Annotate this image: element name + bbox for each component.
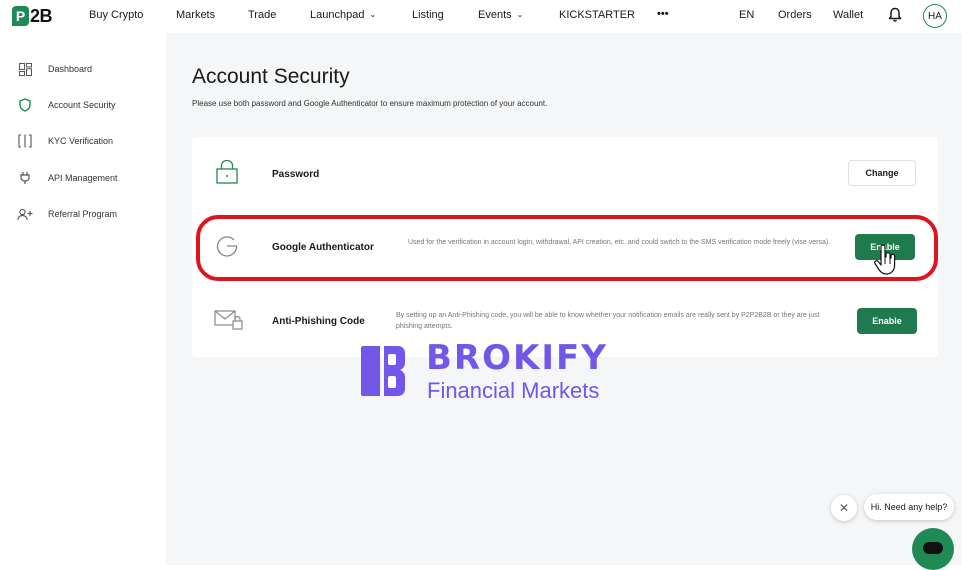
nav-orders[interactable]: Orders (778, 9, 812, 21)
sidebar-item-referral-program[interactable]: Referral Program (17, 205, 117, 223)
sidebar-item-api-management[interactable]: API Management (17, 169, 118, 187)
nav-buy-crypto[interactable]: Buy Crypto (89, 9, 143, 21)
watermark-title: BROKIFY (426, 338, 608, 378)
logo-mark: P (12, 6, 29, 26)
nav-label: Markets (176, 9, 216, 21)
sidebar-item-label: API Management (48, 173, 118, 183)
mail-lock-icon (214, 310, 243, 330)
nav-listing[interactable]: Listing (412, 9, 444, 21)
nav-label: Events (478, 9, 512, 21)
chat-launcher-button[interactable] (912, 528, 954, 570)
anti-phishing-label: Anti-Phishing Code (272, 316, 365, 327)
nav-trade[interactable]: Trade (248, 9, 276, 21)
language-selector[interactable]: EN (739, 9, 754, 21)
sidebar-item-label: Dashboard (48, 64, 93, 74)
anti-phishing-description: By setting up an Anti-Phishing code, you… (396, 312, 820, 330)
chat-icon (923, 542, 943, 554)
watermark-subtitle: Financial Markets (427, 378, 600, 403)
page-subtitle: Please use both password and Google Auth… (192, 99, 548, 108)
chevron-down-icon: ⌄ (516, 10, 524, 19)
sidebar-item-kyc-verification[interactable]: KYC Verification (17, 132, 113, 150)
security-card: Password Change Google Authenticator Use… (192, 137, 938, 357)
top-nav: P 2B Buy Crypto Markets Trade Launchpad ⌄… (0, 0, 962, 33)
sidebar-item-dashboard[interactable]: Dashboard (17, 60, 92, 78)
sidebar-item-label: Account Security (48, 100, 116, 110)
nav-label: Buy Crypto (89, 9, 144, 21)
hand-cursor-icon (874, 244, 896, 275)
sidebar-item-label: Referral Program (48, 209, 118, 219)
google-icon (216, 236, 238, 257)
nav-kickstarter[interactable]: KICKSTARTER (559, 9, 635, 21)
nav-label: Launchpad (310, 9, 365, 21)
nav-label: Listing (412, 9, 444, 21)
p2b-logo[interactable]: P 2B (12, 5, 53, 27)
brokify-watermark: BROKIFY Financial Markets (358, 338, 648, 404)
lock-icon (216, 159, 238, 184)
sidebar-item-label: KYC Verification (48, 136, 114, 146)
more-menu-icon[interactable]: ••• (657, 8, 669, 20)
change-password-button[interactable]: Change (848, 160, 916, 186)
nav-launchpad[interactable]: Launchpad ⌄ (310, 9, 376, 21)
nav-label: ••• (657, 8, 669, 20)
sidebar-item-account-security[interactable]: Account Security (17, 96, 116, 114)
close-icon: ✕ (838, 501, 850, 515)
enable-anti-phishing-button[interactable]: Enable (857, 308, 917, 334)
chat-close-button[interactable]: ✕ (831, 495, 857, 521)
logo-text: 2B (30, 5, 53, 26)
google-authenticator-description: Used for the verification in account log… (408, 239, 831, 246)
nav-wallet[interactable]: Wallet (833, 9, 863, 21)
google-authenticator-label: Google Authenticator (272, 242, 374, 253)
nav-label: Trade (248, 9, 277, 21)
bell-icon[interactable] (888, 7, 902, 23)
brokify-logo-icon (361, 346, 405, 396)
plug-icon (17, 170, 33, 186)
id-scan-icon (17, 133, 33, 149)
nav-markets[interactable]: Markets (176, 9, 215, 21)
dashboard-icon (17, 61, 33, 77)
password-row: Password Change (192, 139, 938, 209)
nav-events[interactable]: Events ⌄ (478, 9, 523, 21)
password-label: Password (272, 169, 320, 180)
add-user-icon (17, 206, 33, 222)
nav-label: KICKSTARTER (559, 9, 635, 21)
chevron-down-icon: ⌄ (369, 10, 377, 19)
shield-icon (17, 97, 33, 113)
avatar[interactable]: HA (923, 4, 947, 28)
google-authenticator-row: Google Authenticator Used for the verifi… (192, 213, 938, 283)
chat-greeting-bubble[interactable]: Hi. Need any help? (864, 494, 954, 520)
page-title: Account Security (192, 65, 350, 88)
